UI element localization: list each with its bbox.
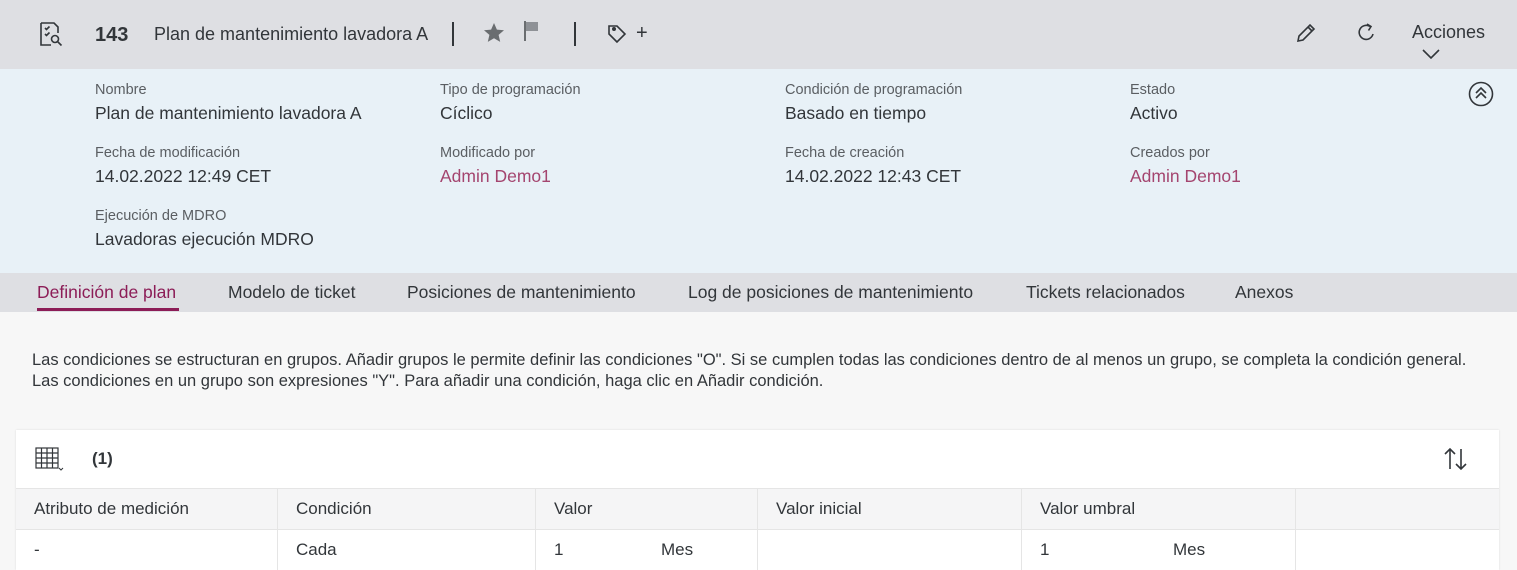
field-nombre: Nombre Plan de mantenimiento lavadora A bbox=[95, 82, 362, 124]
modified-by-link[interactable]: Admin Demo1 bbox=[440, 166, 551, 187]
field-label: Condición de programación bbox=[785, 82, 963, 98]
cell-actions bbox=[1296, 530, 1499, 570]
tag-icon[interactable] bbox=[605, 20, 631, 46]
field-fecha-creacion: Fecha de creación 14.02.2022 12:43 CET bbox=[785, 145, 961, 187]
object-title: Plan de mantenimiento lavadora A bbox=[154, 24, 429, 44]
field-creados-por: Creados por Admin Demo1 bbox=[1130, 145, 1241, 187]
column-header-label: Valor umbral bbox=[1040, 499, 1136, 518]
object-id: 143 bbox=[95, 24, 129, 46]
table-header: Atributo de medición Condición Valor Val… bbox=[16, 488, 1499, 530]
created-by-link[interactable]: Admin Demo1 bbox=[1130, 166, 1241, 187]
active-tab-indicator bbox=[37, 308, 179, 311]
column-header-atributo[interactable]: Atributo de medición bbox=[16, 489, 278, 529]
status-value: Activo bbox=[1130, 103, 1178, 123]
field-value: Cíclico bbox=[440, 103, 493, 123]
field-label: Fecha de creación bbox=[785, 145, 905, 161]
refresh-icon[interactable] bbox=[1353, 20, 1379, 46]
tab-anexos[interactable]: Anexos bbox=[1235, 282, 1293, 303]
cell-value: Cada bbox=[296, 540, 337, 559]
field-value: Plan de mantenimiento lavadora A bbox=[95, 103, 362, 123]
field-label: Modificado por bbox=[440, 145, 536, 161]
favorite-star-icon[interactable] bbox=[481, 20, 507, 46]
field-label: Nombre bbox=[95, 82, 147, 98]
cell-value: 1 bbox=[554, 540, 564, 559]
chevron-down-icon bbox=[1422, 49, 1440, 60]
column-header-valor-inicial[interactable]: Valor inicial bbox=[758, 489, 1022, 529]
field-label: Fecha de modificación bbox=[95, 145, 241, 161]
cell-unit: Mes bbox=[661, 540, 694, 559]
object-header: Nombre Plan de mantenimiento lavadora A … bbox=[0, 69, 1517, 273]
cell-value: 1 bbox=[1040, 540, 1050, 559]
edit-pencil-icon[interactable] bbox=[1293, 20, 1319, 46]
tab-posiciones-mantenimiento[interactable]: Posiciones de mantenimiento bbox=[407, 282, 636, 303]
table-toolbar: (1) bbox=[16, 430, 1499, 488]
table-settings-icon[interactable] bbox=[34, 445, 64, 473]
actions-menu-label: Acciones bbox=[1412, 22, 1486, 42]
column-header-condicion[interactable]: Condición bbox=[278, 489, 536, 529]
column-header-valor-umbral[interactable]: Valor umbral bbox=[1022, 489, 1296, 529]
field-value: 14.02.2022 12:49 CET bbox=[95, 166, 272, 186]
column-header-label: Atributo de medición bbox=[34, 499, 189, 518]
cell-condicion: Cada bbox=[278, 530, 536, 570]
tab-bar: Definición de plan Modelo de ticket Posi… bbox=[0, 273, 1517, 312]
tab-definicion-plan[interactable]: Definición de plan bbox=[37, 282, 176, 303]
column-header-label: Valor inicial bbox=[776, 499, 862, 518]
maintenance-plan-icon bbox=[36, 20, 64, 48]
field-condicion-programacion: Condición de programación Basado en tiem… bbox=[785, 82, 962, 124]
field-value: Basado en tiempo bbox=[785, 103, 927, 123]
cell-unit: Mes bbox=[1173, 540, 1206, 559]
row-count: (1) bbox=[92, 449, 113, 468]
tab-modelo-ticket[interactable]: Modelo de ticket bbox=[228, 282, 355, 303]
field-estado: Estado Activo bbox=[1130, 82, 1178, 124]
field-modificado-por: Modificado por Admin Demo1 bbox=[440, 145, 551, 187]
field-fecha-modificacion: Fecha de modificación 14.02.2022 12:49 C… bbox=[95, 145, 271, 187]
cell-valor-inicial bbox=[758, 530, 1022, 570]
sort-icon[interactable] bbox=[1442, 445, 1470, 473]
toolbar-separator bbox=[452, 22, 454, 46]
conditions-description: Las condiciones se estructuran en grupos… bbox=[32, 350, 1472, 392]
column-header-label: Valor bbox=[554, 499, 593, 518]
cell-valor: 1 Mes bbox=[536, 530, 758, 570]
conditions-table: (1) Atributo de medición Condición Valor… bbox=[16, 430, 1499, 570]
field-label: Tipo de programación bbox=[440, 82, 581, 98]
field-tipo-programacion: Tipo de programación Cíclico bbox=[440, 82, 581, 124]
add-tag-button[interactable]: + bbox=[636, 22, 648, 45]
table-row[interactable]: - Cada 1 Mes 1 Mes bbox=[16, 530, 1499, 570]
flag-icon[interactable] bbox=[519, 18, 545, 44]
column-header-valor[interactable]: Valor bbox=[536, 489, 758, 529]
field-value: 14.02.2022 12:43 CET bbox=[785, 166, 962, 186]
field-ejecucion-mdro: Ejecución de MDRO Lavadoras ejecución MD… bbox=[95, 208, 314, 250]
cell-atributo: - bbox=[16, 530, 278, 570]
toolbar-separator bbox=[574, 22, 576, 46]
tab-log-posiciones[interactable]: Log de posiciones de mantenimiento bbox=[688, 282, 973, 303]
field-label: Ejecución de MDRO bbox=[95, 208, 227, 224]
column-header-label: Condición bbox=[296, 499, 372, 518]
cell-value: - bbox=[34, 540, 40, 559]
column-header-actions bbox=[1296, 489, 1499, 529]
description-line: Las condiciones se estructuran en grupos… bbox=[32, 351, 1467, 369]
tab-tickets-relacionados[interactable]: Tickets relacionados bbox=[1026, 282, 1185, 303]
cell-valor-umbral: 1 Mes bbox=[1022, 530, 1296, 570]
object-page-toolbar: 143 Plan de mantenimiento lavadora A + A… bbox=[0, 0, 1517, 69]
field-label: Estado bbox=[1130, 82, 1176, 98]
field-value: Lavadoras ejecución MDRO bbox=[95, 229, 314, 249]
field-label: Creados por bbox=[1130, 145, 1210, 161]
actions-menu-button[interactable]: Acciones bbox=[1412, 22, 1517, 64]
collapse-header-icon[interactable] bbox=[1468, 81, 1494, 107]
description-line: Las condiciones en un grupo son expresio… bbox=[32, 372, 824, 390]
